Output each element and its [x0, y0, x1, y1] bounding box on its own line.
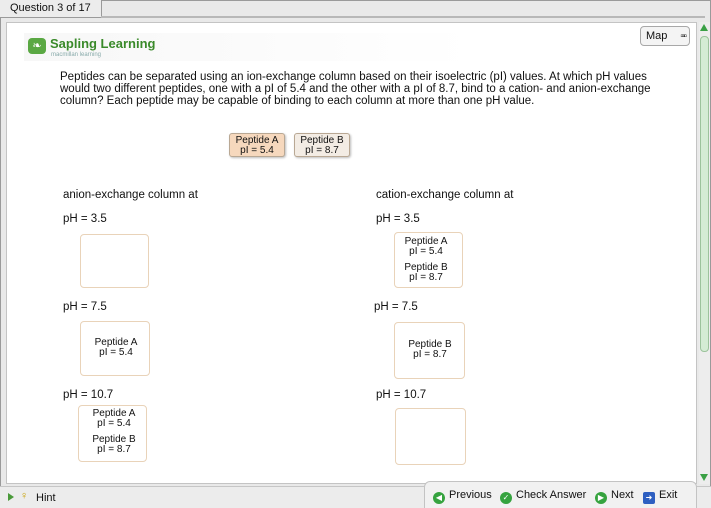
cation-column-header: cation-exchange column at: [376, 189, 514, 201]
scroll-thumb[interactable]: [700, 36, 709, 352]
anion-drop-7-5[interactable]: Peptide A pI = 5.4: [80, 321, 150, 376]
exit-icon: ➜: [643, 492, 655, 504]
question-panel: ❧ Sapling Learning macmillan learning Ma…: [6, 22, 697, 484]
cation-drop-10-7[interactable]: [395, 408, 466, 465]
cation-drop-3-5[interactable]: Peptide A pI = 5.4 Peptide B pI = 8.7: [394, 232, 463, 288]
cation-ph-3-5: pH = 3.5: [376, 213, 420, 225]
exit-label: Exit: [659, 489, 678, 501]
question-text: Peptides can be separated using an ion-e…: [60, 71, 651, 107]
check-answer-button[interactable]: ✓ Check Answer: [500, 488, 587, 504]
next-label: Next: [611, 489, 634, 501]
sapling-logo: ❧ Sapling Learning macmillan learning: [24, 33, 474, 61]
chip-pi: pI = 5.4: [240, 145, 274, 156]
chip-peptide-b[interactable]: Peptide B pI = 8.7: [294, 133, 350, 157]
cation-ph-10-7: pH = 10.7: [376, 389, 427, 401]
sapling-leaf-icon: ❧: [28, 38, 46, 54]
next-button[interactable]: ▶ Next: [595, 488, 634, 504]
logo-subtitle: macmillan learning: [51, 52, 102, 58]
drop-peptide-pi: pI = 5.4: [409, 246, 443, 257]
next-arrow-icon: ▶: [595, 492, 607, 504]
expand-arrow-icon[interactable]: [8, 493, 14, 501]
previous-label: Previous: [449, 489, 492, 501]
map-grid-icon: ▫▫▫: [680, 31, 686, 42]
logo-title: Sapling Learning: [50, 36, 156, 51]
anion-ph-7-5: pH = 7.5: [63, 301, 107, 313]
scroll-down-icon[interactable]: [700, 474, 708, 481]
exit-button[interactable]: ➜ Exit: [643, 488, 678, 504]
cation-ph-7-5: pH = 7.5: [374, 301, 418, 313]
drop-peptide-pi: pI = 8.7: [97, 444, 131, 455]
question-tab: Question 3 of 17: [0, 0, 102, 18]
anion-ph-3-5: pH = 3.5: [63, 213, 107, 225]
anion-column-header: anion-exchange column at: [63, 189, 198, 201]
cation-drop-7-5[interactable]: Peptide B pI = 8.7: [394, 322, 465, 379]
vertical-scrollbar[interactable]: [699, 22, 710, 484]
map-button[interactable]: Map ▫▫▫: [640, 26, 690, 46]
drop-peptide-pi: pI = 5.4: [97, 418, 131, 429]
chip-pi: pI = 8.7: [305, 145, 339, 156]
anion-drop-10-7[interactable]: Peptide A pI = 5.4 Peptide B pI = 8.7: [78, 405, 147, 462]
drop-peptide-pi: pI = 8.7: [409, 272, 443, 283]
scroll-up-icon[interactable]: [700, 24, 708, 31]
check-icon: ✓: [500, 492, 512, 504]
map-label: Map: [646, 30, 668, 42]
question-counter: Question 3 of 17: [10, 2, 91, 14]
anion-drop-3-5[interactable]: [80, 234, 149, 288]
drop-peptide-pi: pI = 8.7: [413, 349, 447, 360]
drop-peptide-pi: pI = 5.4: [99, 347, 133, 358]
navigation-bar: ◀ Previous ✓ Check Answer ▶ Next ➜ Exit: [424, 481, 697, 508]
anion-ph-10-7: pH = 10.7: [63, 389, 114, 401]
check-answer-label: Check Answer: [516, 489, 587, 501]
lightbulb-icon: ♀: [20, 490, 29, 502]
hint-button[interactable]: Hint: [36, 492, 56, 504]
tab-divider: [101, 16, 705, 18]
chip-peptide-a[interactable]: Peptide A pI = 5.4: [229, 133, 285, 157]
previous-arrow-icon: ◀: [433, 492, 445, 504]
previous-button[interactable]: ◀ Previous: [433, 488, 492, 504]
